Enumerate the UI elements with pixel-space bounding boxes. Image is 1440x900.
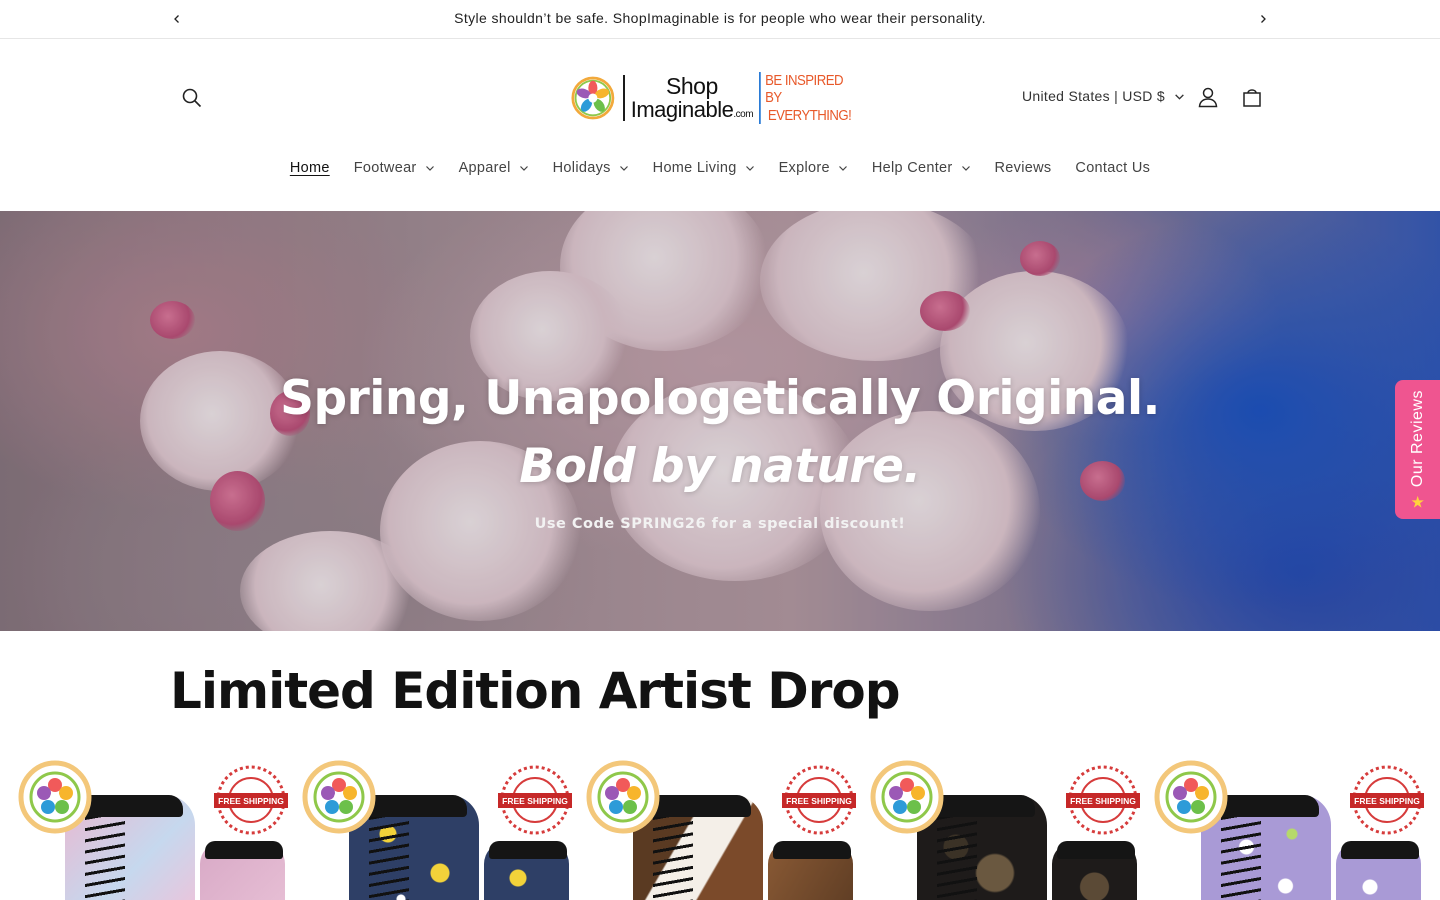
main-navigation: Home Footwear Apparel Holidays Home Livi…	[0, 160, 1440, 176]
chevron-down-icon	[745, 166, 754, 171]
free-shipping-badge-icon: FREE SHIPPING	[498, 765, 572, 835]
shopimaginable-badge-icon	[1154, 760, 1228, 834]
product-card[interactable]: FREE SHIPPING	[867, 757, 1142, 900]
hero-banner[interactable]: Spring, Unapologetically Original. Bold …	[0, 211, 1440, 631]
svg-text:FREE SHIPPING: FREE SHIPPING	[218, 796, 284, 806]
logo-wordmark: Shop Imaginable.com	[622, 73, 754, 122]
nav-item-explore[interactable]: Explore	[767, 160, 860, 176]
site-logo[interactable]: Shop Imaginable.com BE INSPIRED BY EVERY…	[571, 69, 867, 127]
product-card[interactable]: FREE SHIPPING	[15, 757, 290, 900]
logo-line-shop: Shop	[666, 73, 718, 99]
chevron-right-icon	[1261, 15, 1266, 23]
product-grid: FREE SHIPPING FREE SHIPPING FREE SHIPPIN…	[15, 757, 1425, 900]
free-shipping-badge-icon: FREE SHIPPING	[1350, 765, 1424, 835]
announcement-bar: Style shouldn’t be safe. ShopImaginable …	[0, 0, 1440, 39]
shopimaginable-badge-icon	[870, 760, 944, 834]
boot-collar	[1341, 841, 1419, 859]
logo-tagline: BE INSPIRED BY EVERYTHING!	[759, 72, 854, 124]
account-button[interactable]	[1194, 83, 1222, 111]
nav-item-holidays[interactable]: Holidays	[541, 160, 641, 176]
search-button[interactable]	[177, 83, 207, 113]
cart-icon	[1243, 89, 1261, 107]
boot-collar	[489, 841, 567, 859]
boot-collar	[773, 841, 851, 859]
hero-subtitle: Bold by nature.	[519, 439, 921, 494]
collection-title: Limited Edition Artist Drop	[170, 662, 900, 720]
free-shipping-badge-icon: FREE SHIPPING	[214, 765, 288, 835]
logo-line-imaginable: Imaginable.com	[630, 97, 754, 122]
hero-title: Spring, Unapologetically Original.	[280, 371, 1160, 426]
chevron-down-icon	[619, 166, 628, 171]
nav-item-reviews[interactable]: Reviews	[983, 160, 1064, 176]
svg-text:FREE SHIPPING: FREE SHIPPING	[1070, 796, 1136, 806]
site-header: Shop Imaginable.com BE INSPIRED BY EVERY…	[0, 39, 1440, 211]
boot-collar	[1057, 841, 1135, 859]
nav-item-contact-us[interactable]: Contact Us	[1063, 160, 1162, 176]
nav-item-help-center[interactable]: Help Center	[860, 160, 983, 176]
chevron-down-icon	[425, 166, 434, 171]
reviews-floating-tab[interactable]: ★ Our Reviews	[1395, 380, 1440, 519]
chevron-down-icon	[1175, 93, 1184, 100]
shopimaginable-badge-icon	[586, 760, 660, 834]
free-shipping-badge-icon: FREE SHIPPING	[782, 765, 856, 835]
svg-text:FREE SHIPPING: FREE SHIPPING	[502, 796, 568, 806]
cart-button[interactable]	[1238, 83, 1266, 111]
nav-item-home[interactable]: Home	[278, 160, 342, 176]
nav-item-home-living[interactable]: Home Living	[641, 160, 767, 176]
nav-item-footwear[interactable]: Footwear	[342, 160, 447, 176]
search-icon	[182, 88, 202, 108]
svg-text:FREE SHIPPING: FREE SHIPPING	[786, 796, 852, 806]
country-currency-selector[interactable]: United States | USD $	[1022, 88, 1185, 104]
product-card[interactable]: FREE SHIPPING	[299, 757, 574, 900]
shopimaginable-badge-icon	[302, 760, 376, 834]
account-icon	[1198, 87, 1218, 108]
product-card[interactable]: FREE SHIPPING	[583, 757, 858, 900]
star-icon: ★	[1410, 494, 1425, 512]
country-currency-label: United States | USD $	[1022, 88, 1165, 104]
chevron-down-icon	[838, 166, 847, 171]
free-shipping-badge-icon: FREE SHIPPING	[1066, 765, 1140, 835]
chevron-down-icon	[519, 166, 528, 171]
nav-item-apparel[interactable]: Apparel	[447, 160, 541, 176]
reviews-tab-label: Our Reviews	[1408, 389, 1426, 487]
product-card[interactable]: FREE SHIPPING	[1151, 757, 1426, 900]
svg-text:FREE SHIPPING: FREE SHIPPING	[1354, 796, 1420, 806]
hero-promo-text: Use Code SPRING26 for a special discount…	[534, 516, 906, 532]
boot-collar	[205, 841, 283, 859]
announcement-next-button[interactable]	[1252, 8, 1274, 30]
chevron-down-icon	[961, 166, 970, 171]
logo-flower-icon	[571, 76, 615, 120]
announcement-message: Style shouldn’t be safe. ShopImaginable …	[454, 10, 986, 26]
shopimaginable-badge-icon	[18, 760, 92, 834]
